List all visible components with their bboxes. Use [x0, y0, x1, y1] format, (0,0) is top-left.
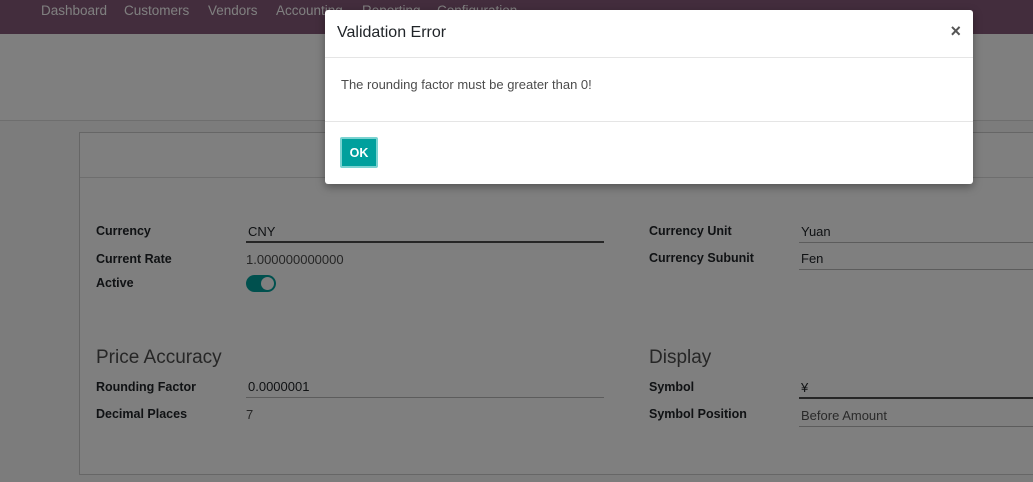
dialog-message: The rounding factor must be greater than…: [341, 77, 592, 92]
validation-error-dialog: Validation Error × The rounding factor m…: [325, 10, 973, 184]
dialog-header: Validation Error ×: [325, 10, 973, 58]
close-icon[interactable]: ×: [950, 21, 961, 41]
dialog-body: The rounding factor must be greater than…: [325, 58, 973, 122]
ok-button[interactable]: OK: [340, 137, 378, 168]
dialog-title: Validation Error: [337, 24, 447, 41]
